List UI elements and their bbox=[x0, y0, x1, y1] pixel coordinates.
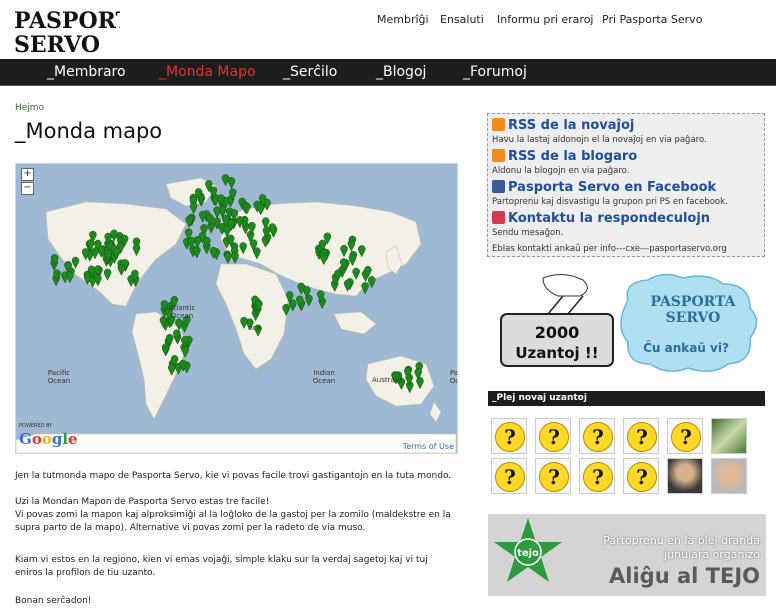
map-click-instructions: Kiam vi estos en la regiono, kien vi ema… bbox=[15, 555, 428, 578]
user-avatar-photo[interactable] bbox=[667, 458, 703, 494]
top-link-login[interactable]: Ensaluti bbox=[440, 13, 484, 26]
map-land bbox=[16, 174, 457, 453]
contact-link[interactable]: Kontaktu la respondeculojn bbox=[492, 211, 762, 226]
zoom-out-button[interactable]: − bbox=[21, 182, 34, 195]
feed-blogs: RSS de la blogaro Aldonu la blogojn en v… bbox=[492, 149, 762, 176]
facebook-icon bbox=[492, 180, 505, 193]
map-label-atlantic: Atlantic Ocean bbox=[168, 304, 196, 320]
user-avatar-photo[interactable] bbox=[711, 418, 747, 454]
unknown-avatar-icon: ? bbox=[539, 422, 569, 452]
google-logo[interactable]: Google bbox=[19, 430, 78, 448]
site-logo[interactable]: PASPORTA SERVO bbox=[12, 4, 149, 58]
map-intro-text: Jen la tutmonda mapo de Pasporta Servo, … bbox=[15, 471, 452, 481]
user-avatar[interactable]: ? bbox=[491, 418, 527, 454]
unknown-avatar-icon: ? bbox=[583, 422, 613, 452]
tejo-tagline: Partoprenu en la plej granda junulara or… bbox=[603, 534, 760, 561]
map-usage-heading: Uzi la Mondan Mapon de Pasporta Servo es… bbox=[15, 497, 270, 507]
mascot-drawing bbox=[542, 274, 588, 297]
users-banner[interactable]: 2000 Uzantoj !! PASPORTA SERVO Ĉu ankaŭ … bbox=[488, 270, 766, 382]
user-avatar[interactable]: ? bbox=[579, 458, 615, 494]
contact-desc: Sendu mesaĝon. bbox=[492, 228, 564, 238]
breadcrumb[interactable]: Hejmo bbox=[15, 103, 44, 113]
user-avatar[interactable]: ? bbox=[535, 418, 571, 454]
map-marker-icon[interactable] bbox=[213, 206, 221, 219]
map-marker-icon[interactable] bbox=[224, 251, 232, 264]
unknown-avatar-icon: ? bbox=[583, 462, 613, 492]
unknown-avatar-icon: ? bbox=[627, 422, 657, 452]
nav-item-sercilo[interactable]: _Serĉilo bbox=[283, 64, 337, 80]
rss-icon bbox=[492, 149, 505, 162]
banner-question: Ĉu ankaŭ vi? bbox=[643, 340, 729, 355]
top-link-report-error[interactable]: Informu pri eraroj bbox=[497, 13, 594, 26]
main-nav: _Membraro _Monda Mapo _Serĉilo _Blogoj _… bbox=[0, 59, 776, 86]
map-marker-icon[interactable] bbox=[185, 215, 193, 228]
tejo-logo-text: tejo bbox=[517, 548, 539, 559]
facebook-link[interactable]: Pasporta Servo en Facebook bbox=[492, 180, 762, 195]
map-label-australia: Australia bbox=[372, 376, 403, 384]
map-marker-icon[interactable] bbox=[227, 177, 236, 190]
logo-line2: SERVO bbox=[14, 32, 100, 58]
user-avatar[interactable]: ? bbox=[535, 458, 571, 494]
feed-blogs-link[interactable]: RSS de la blogaro bbox=[492, 149, 762, 164]
feed-facebook: Pasporta Servo en Facebook Partoprenu ka… bbox=[492, 180, 762, 207]
user-avatar[interactable]: ? bbox=[491, 458, 527, 494]
banner-logo-line1: PASPORTA bbox=[650, 294, 736, 310]
zoom-in-button[interactable]: + bbox=[21, 168, 34, 181]
logo-line1: PASPORTA bbox=[14, 8, 120, 34]
map-label-pacific-west: Pacific Ocean bbox=[47, 369, 71, 385]
map-closing-text: Bonan serĉadon! bbox=[15, 596, 92, 606]
mail-icon bbox=[492, 211, 505, 224]
user-avatar[interactable]: ? bbox=[623, 458, 659, 494]
tejo-star-logo: tejo bbox=[494, 518, 562, 582]
top-link-about[interactable]: Pri Pasporta Servo bbox=[602, 13, 702, 26]
facebook-desc: Partoprenu kaj disvastigu la grupon pri … bbox=[492, 197, 728, 207]
map-marker-icon[interactable] bbox=[199, 210, 207, 223]
unknown-avatar-icon: ? bbox=[627, 462, 657, 492]
nav-item-membraro[interactable]: _Membraro bbox=[47, 64, 126, 80]
user-avatar[interactable]: ? bbox=[579, 418, 615, 454]
user-avatar[interactable]: ? bbox=[667, 418, 703, 454]
map-label-indian: Indian Ocean bbox=[312, 369, 336, 385]
nav-item-monda-mapo[interactable]: _Monda Mapo bbox=[159, 64, 256, 80]
feed-blogs-desc: Aldonu la blogojn en via paĝaro. bbox=[492, 166, 630, 176]
user-avatar-photo[interactable] bbox=[711, 458, 747, 494]
map-marker-icon[interactable] bbox=[189, 202, 198, 215]
new-users-heading: _Plej novaj uzantoj bbox=[488, 391, 765, 406]
feed-contact: Kontaktu la respondeculojn Sendu mesaĝon… bbox=[492, 211, 762, 238]
tejo-banner[interactable]: tejo Partoprenu en la plej granda junula… bbox=[488, 514, 766, 596]
map-marker-icon[interactable] bbox=[231, 251, 239, 264]
map-marker-icon[interactable] bbox=[66, 271, 74, 284]
nav-item-blogoj[interactable]: _Blogoj bbox=[376, 64, 426, 80]
world-map[interactable]: + − Atlantic Ocean Pacific Ocean Indian … bbox=[15, 163, 458, 454]
map-marker-icon[interactable] bbox=[368, 276, 376, 289]
feeds-box: RSS de la novaĵoj Havu la lastaj aldonoj… bbox=[487, 113, 765, 257]
unknown-avatar-icon: ? bbox=[539, 462, 569, 492]
page-title: _Monda mapo bbox=[15, 119, 163, 143]
user-avatar[interactable]: ? bbox=[623, 418, 659, 454]
users-label: Uzantoj !! bbox=[515, 344, 598, 362]
unknown-avatar-icon: ? bbox=[671, 422, 701, 452]
tejo-join-button[interactable]: Aliĝu al TEJO bbox=[609, 564, 760, 588]
feed-news-desc: Havu la lastaj aldonojn el la novaĵoj en… bbox=[492, 135, 707, 145]
map-marker-icon[interactable] bbox=[361, 282, 369, 295]
map-marker-icon[interactable] bbox=[193, 246, 201, 259]
feed-news: RSS de la novaĵoj Havu la lastaj aldonoj… bbox=[492, 118, 762, 145]
users-count: 2000 bbox=[535, 323, 580, 342]
nav-item-forumoj[interactable]: _Forumoj bbox=[463, 64, 527, 80]
rss-icon bbox=[492, 118, 505, 131]
map-label-pacific-east: Pacific Ocean bbox=[449, 369, 458, 385]
map-zoom-instructions: Vi povas zomi la mapon kaj alproksimiĝi … bbox=[15, 510, 451, 533]
map-terms-link[interactable]: Terms of Use bbox=[403, 442, 454, 451]
banner-logo-line2: SERVO bbox=[666, 310, 721, 326]
feed-news-link[interactable]: RSS de la novaĵoj bbox=[492, 118, 762, 133]
unknown-avatar-icon: ? bbox=[495, 422, 525, 452]
map-label-africa: rica bbox=[248, 324, 261, 332]
top-link-register[interactable]: Membrîĝi bbox=[377, 13, 429, 26]
unknown-avatar-icon: ? bbox=[495, 462, 525, 492]
email-note: Eblas kontakti ankaŭ per info---cxe---pa… bbox=[492, 244, 727, 254]
powered-by-label: POWERED BY bbox=[19, 423, 53, 429]
